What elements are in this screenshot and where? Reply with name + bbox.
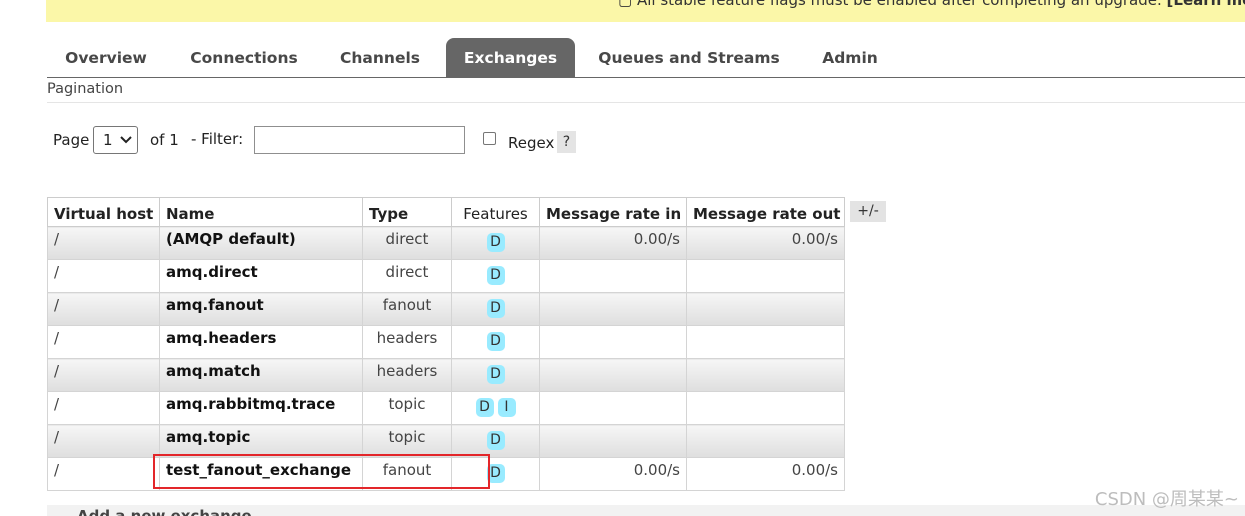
- vhost-cell: /: [47, 457, 160, 491]
- internal-badge: I: [497, 398, 516, 417]
- vhost-cell: /: [47, 226, 160, 260]
- rate-in-cell: [539, 325, 687, 359]
- rate-out-cell: [686, 391, 845, 425]
- page-select[interactable]: 1: [93, 126, 138, 154]
- features-cell: D: [451, 358, 540, 392]
- features-cell: D: [451, 259, 540, 293]
- column-header-name[interactable]: Name: [159, 197, 363, 227]
- filter-input[interactable]: [254, 126, 465, 154]
- table-row[interactable]: / (AMQP default) direct D 0.00/s 0.00/s: [47, 226, 845, 260]
- durable-badge: D: [486, 431, 505, 450]
- tab-channels[interactable]: Channels: [329, 38, 431, 77]
- page-select-value: 1: [103, 131, 113, 149]
- vhost-cell: /: [47, 424, 160, 458]
- vhost-cell: /: [47, 259, 160, 293]
- exchange-name-link[interactable]: amq.headers: [159, 325, 363, 359]
- exchange-name-link[interactable]: amq.fanout: [159, 292, 363, 326]
- csdn-watermark: CSDN @周某某~: [1094, 489, 1239, 510]
- feature-flag-warning-banner: ▢ All stable feature flags must be enabl…: [46, 0, 1245, 22]
- rate-out-cell: [686, 358, 845, 392]
- chevron-down-icon: [120, 136, 132, 144]
- add-exchange-title[interactable]: Add a new exchange: [77, 507, 252, 516]
- tab-admin[interactable]: Admin: [815, 38, 885, 77]
- page-label: Page: [53, 131, 90, 149]
- vhost-cell: /: [47, 391, 160, 425]
- rate-in-cell: [539, 424, 687, 458]
- vhost-cell: /: [47, 292, 160, 326]
- exchange-name-link[interactable]: amq.topic: [159, 424, 363, 458]
- column-header-message-rate-in[interactable]: Message rate in: [539, 197, 687, 227]
- filter-label: - Filter:: [191, 130, 244, 148]
- exchanges-table: Virtual host Name Type Features Message …: [47, 197, 845, 491]
- toggle-columns-button[interactable]: +/-: [850, 201, 886, 222]
- exchange-name-link[interactable]: test_fanout_exchange: [159, 457, 363, 491]
- features-cell: D: [451, 325, 540, 359]
- rate-out-cell: 0.00/s: [686, 226, 845, 260]
- type-cell: direct: [362, 226, 452, 260]
- table-row[interactable]: / amq.rabbitmq.trace topic DI: [47, 391, 845, 425]
- rate-in-cell: [539, 391, 687, 425]
- regex-label: Regex: [508, 134, 555, 152]
- features-cell: D: [451, 226, 540, 260]
- rate-out-cell: [686, 292, 845, 326]
- pagination-section-title[interactable]: Pagination: [47, 81, 1245, 103]
- vhost-cell: /: [47, 358, 160, 392]
- features-cell: D: [451, 457, 540, 491]
- tab-exchanges[interactable]: Exchanges: [446, 38, 575, 77]
- column-header-virtual-host[interactable]: Virtual host: [47, 197, 160, 227]
- table-row[interactable]: / amq.fanout fanout D: [47, 292, 845, 326]
- vhost-cell: /: [47, 325, 160, 359]
- exchange-name-link[interactable]: amq.match: [159, 358, 363, 392]
- durable-badge: D: [486, 266, 505, 285]
- regex-help-button[interactable]: ?: [557, 131, 576, 153]
- tab-connections[interactable]: Connections: [177, 38, 311, 77]
- main-nav-tabs: Overview Connections Channels Exchanges …: [47, 38, 1245, 78]
- column-header-features: Features: [451, 197, 540, 227]
- table-row[interactable]: / test_fanout_exchange fanout D 0.00/s 0…: [47, 457, 845, 491]
- rate-in-cell: [539, 358, 687, 392]
- column-header-type[interactable]: Type: [362, 197, 452, 227]
- features-cell: D: [451, 424, 540, 458]
- rate-out-cell: [686, 424, 845, 458]
- rate-out-cell: 0.00/s: [686, 457, 845, 491]
- durable-badge: D: [486, 365, 505, 384]
- regex-checkbox[interactable]: [483, 132, 496, 145]
- table-row[interactable]: / amq.direct direct D: [47, 259, 845, 293]
- type-cell: direct: [362, 259, 452, 293]
- durable-badge: D: [486, 332, 505, 351]
- table-row[interactable]: / amq.topic topic D: [47, 424, 845, 458]
- durable-badge: D: [486, 464, 505, 483]
- exchange-name-link[interactable]: (AMQP default): [159, 226, 363, 260]
- table-header-row: Virtual host Name Type Features Message …: [47, 197, 845, 227]
- tab-queues-and-streams[interactable]: Queues and Streams: [595, 38, 783, 77]
- learn-more-link[interactable]: [Learn more]: [1167, 0, 1245, 9]
- features-cell: DI: [451, 391, 540, 425]
- type-cell: topic: [362, 424, 452, 458]
- column-header-message-rate-out[interactable]: Message rate out: [686, 197, 845, 227]
- exchange-name-link[interactable]: amq.rabbitmq.trace: [159, 391, 363, 425]
- rate-in-cell: 0.00/s: [539, 226, 687, 260]
- durable-badge: D: [486, 233, 505, 252]
- table-row[interactable]: / amq.headers headers D: [47, 325, 845, 359]
- banner-text: All stable feature flags must be enabled…: [636, 0, 1162, 9]
- page-count-label: of 1: [150, 131, 179, 149]
- rate-out-cell: [686, 325, 845, 359]
- durable-badge: D: [486, 299, 505, 318]
- durable-badge: D: [475, 398, 494, 417]
- rate-out-cell: [686, 259, 845, 293]
- type-cell: fanout: [362, 292, 452, 326]
- type-cell: topic: [362, 391, 452, 425]
- warning-icon: ▢: [618, 0, 633, 9]
- rate-in-cell: [539, 292, 687, 326]
- add-exchange-section: Add a new exchange: [47, 505, 1245, 516]
- features-cell: D: [451, 292, 540, 326]
- type-cell: headers: [362, 358, 452, 392]
- exchange-name-link[interactable]: amq.direct: [159, 259, 363, 293]
- type-cell: headers: [362, 325, 452, 359]
- tab-overview[interactable]: Overview: [47, 38, 165, 77]
- rate-in-cell: 0.00/s: [539, 457, 687, 491]
- type-cell: fanout: [362, 457, 452, 491]
- table-row[interactable]: / amq.match headers D: [47, 358, 845, 392]
- rate-in-cell: [539, 259, 687, 293]
